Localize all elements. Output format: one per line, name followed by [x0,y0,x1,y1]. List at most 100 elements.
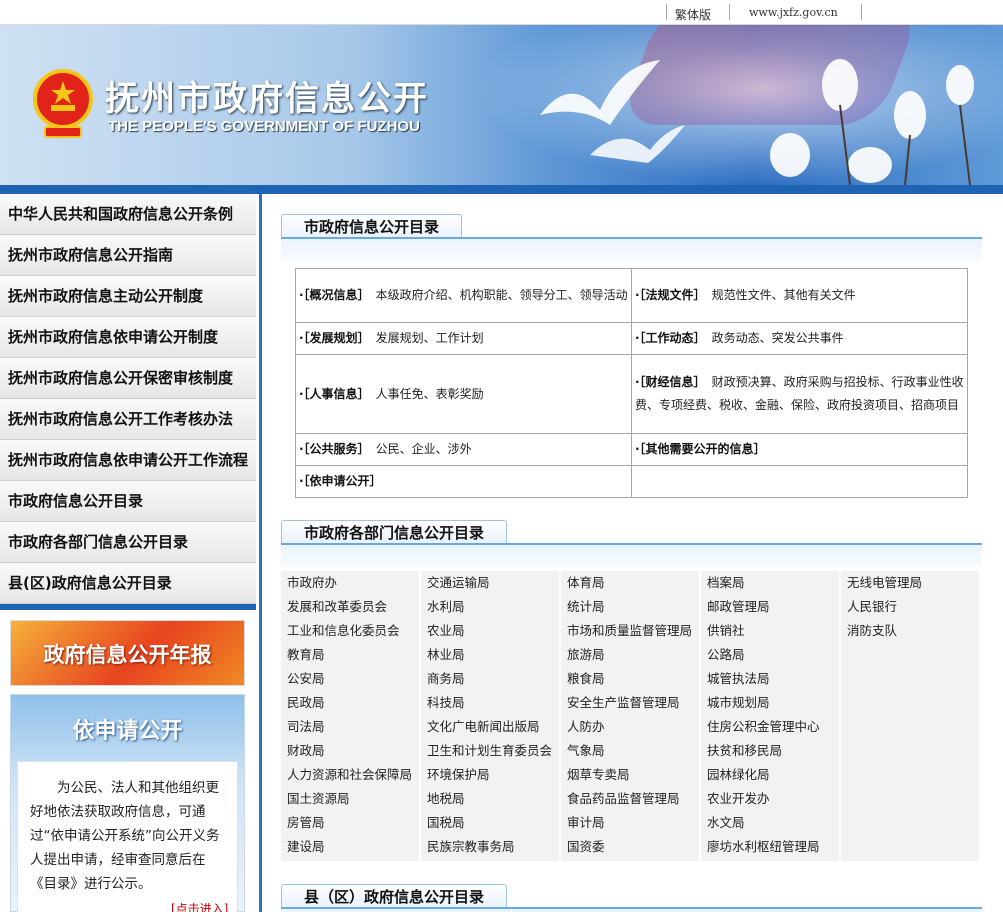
department-link[interactable]: 文化广电新闻出版局 [421,715,559,739]
nav-county-catalog[interactable]: 县(区)政府信息公开目录 [0,563,256,604]
catalog-cell[interactable]: ·［依申请公开］ [295,465,632,498]
catalog-table: ·［概况信息］ 本级政府介绍、机构职能、领导分工、领导活动 ·［法规文件］ 规范性文… [295,268,968,498]
catalog-key[interactable]: ·［依申请公开］ [299,474,382,488]
catalog-cell[interactable]: ·［公共服务］ 公民、企业、涉外 [295,433,632,466]
department-link[interactable]: 卫生和计划生育委员会 [421,739,559,763]
catalog-key[interactable]: ·［财经信息］ [635,375,706,389]
catalog-cell[interactable]: ·［工作动态］ 政务动态、突发公共事件 [631,322,968,355]
department-link[interactable]: 农业局 [421,619,559,643]
department-link[interactable]: 烟草专卖局 [561,763,699,787]
catalog-cell[interactable]: ·［法规文件］ 规范性文件、其他有关文件 [631,268,968,323]
catalog-key[interactable]: ·［人事信息］ [299,387,370,401]
nav-active-disclosure[interactable]: 抚州市政府信息主动公开制度 [0,276,256,317]
department-link[interactable]: 工业和信息化委员会 [281,619,419,643]
department-link[interactable]: 房管局 [281,811,419,835]
department-link[interactable]: 住房公积金管理中心 [701,715,839,739]
nav-request-workflow[interactable]: 抚州市政府信息依申请公开工作流程 [0,440,256,481]
department-link[interactable]: 审计局 [561,811,699,835]
nav-regulations[interactable]: 中华人民共和国政府信息公开条例 [0,194,256,235]
site-title: 抚州市政府信息公开 [105,79,429,119]
catalog-cell[interactable]: ·［其他需要公开的信息］ [631,433,968,466]
catalog-value: 规范性文件、其他有关文件 [711,288,856,302]
department-link[interactable]: 供销社 [701,619,839,643]
catalog-cell[interactable]: ·［概况信息］ 本级政府介绍、机构职能、领导分工、领导活动 [295,268,632,323]
department-link[interactable]: 林业局 [421,643,559,667]
department-link[interactable]: 国土资源局 [281,787,419,811]
banner-bottom-stripe [0,185,1003,194]
catalog-key[interactable]: ·［工作动态］ [635,331,706,345]
department-link[interactable]: 科技局 [421,691,559,715]
table-row: ·［依申请公开］ [295,465,968,498]
department-link[interactable]: 市场和质量监督管理局 [561,619,699,643]
catalog-value: 人事任免、表彰奖励 [375,386,484,401]
department-link[interactable]: 气象局 [561,739,699,763]
seagull-icon [540,60,685,163]
department-link[interactable]: 水文局 [701,811,839,835]
department-section-title: 市政府各部门信息公开目录 [281,520,508,544]
department-link[interactable]: 民族宗教事务局 [421,835,559,859]
department-link[interactable]: 廖坊水利枢纽管理局 [701,835,839,859]
catalog-key[interactable]: ·［法规文件］ [635,288,706,302]
department-link[interactable]: 建设局 [281,835,419,859]
nav-guide[interactable]: 抚州市政府信息公开指南 [0,235,256,276]
department-link[interactable]: 教育局 [281,643,419,667]
department-link[interactable]: 环境保护局 [421,763,559,787]
nav-request-disclosure[interactable]: 抚州市政府信息依申请公开制度 [0,317,256,358]
catalog-key[interactable]: ·［其他需要公开的信息］ [635,442,766,456]
department-link[interactable]: 商务局 [421,667,559,691]
department-link[interactable]: 人防办 [561,715,699,739]
header-banner: 抚州市政府信息公开 THE PEOPLE'S GOVERNMENT OF FUZ… [0,25,1003,185]
catalog-cell[interactable]: ·［发展规划］ 发展规划、工作计划 [295,322,632,355]
catalog-key[interactable]: ·［概况信息］ [299,288,370,302]
nav-confidentiality-review[interactable]: 抚州市政府信息公开保密审核制度 [0,358,256,399]
department-link[interactable]: 市政府办 [281,571,419,595]
nav-department-catalog[interactable]: 市政府各部门信息公开目录 [0,522,256,563]
annual-report-banner[interactable]: 政府信息公开年报 [10,620,245,686]
department-link[interactable]: 发展和改革委员会 [281,595,419,619]
department-link[interactable]: 国资委 [561,835,699,859]
department-link[interactable]: 人民银行 [841,595,979,619]
department-link[interactable]: 司法局 [281,715,419,739]
department-link[interactable]: 档案局 [701,571,839,595]
department-link[interactable]: 民政局 [281,691,419,715]
section-band [281,239,982,261]
national-emblem-icon [33,69,93,138]
department-link[interactable]: 公安局 [281,667,419,691]
department-link[interactable]: 统计局 [561,595,699,619]
enter-request-system-link[interactable]: [点击进入] [171,900,228,912]
department-link[interactable]: 安全生产监督管理局 [561,691,699,715]
department-link[interactable]: 公路局 [701,643,839,667]
catalog-cell[interactable]: ·［人事信息］ 人事任免、表彰奖励 [295,354,632,434]
department-link[interactable]: 城管执法局 [701,667,839,691]
catalog-key[interactable]: ·［公共服务］ [299,442,370,456]
nav-assessment-method[interactable]: 抚州市政府信息公开工作考核办法 [0,399,256,440]
department-link[interactable]: 财政局 [281,739,419,763]
department-link[interactable]: 城市规划局 [701,691,839,715]
department-link[interactable]: 园林绿化局 [701,763,839,787]
department-link[interactable]: 农业开发办 [701,787,839,811]
catalog-value: 公民、企业、涉外 [375,442,472,456]
request-disclosure-title: 依申请公开 [72,718,183,744]
catalog-key[interactable]: ·［发展规划］ [299,331,370,345]
department-link[interactable]: 水利局 [421,595,559,619]
department-link[interactable]: 邮政管理局 [701,595,839,619]
department-link[interactable]: 扶贫和移民局 [701,739,839,763]
department-link[interactable]: 国税局 [421,811,559,835]
department-link[interactable]: 粮食局 [561,667,699,691]
department-link[interactable]: 地税局 [421,787,559,811]
table-row: ·［概况信息］ 本级政府介绍、机构职能、领导分工、领导活动 ·［法规文件］ 规范性文… [295,268,968,323]
site-title-english: THE PEOPLE'S GOVERNMENT OF FUZHOU [108,118,420,135]
table-row: ·［人事信息］ 人事任免、表彰奖励 ·［财经信息］ 财政预决算、政府采购与招投标、行… [295,354,968,434]
site-domain-link[interactable]: www.jxfz.gov.cn [749,6,838,19]
department-link[interactable]: 人力资源和社会保障局 [281,763,419,787]
department-link[interactable]: 体育局 [561,571,699,595]
traditional-chinese-link[interactable]: 繁体版 [675,6,711,23]
nav-city-catalog[interactable]: 市政府信息公开目录 [0,481,256,522]
department-link[interactable]: 交通运输局 [421,571,559,595]
department-link[interactable]: 消防支队 [841,619,979,643]
department-link[interactable]: 旅游局 [561,643,699,667]
table-row: ·［发展规划］ 发展规划、工作计划 ·［工作动态］ 政务动态、突发公共事件 [295,322,968,355]
catalog-cell[interactable]: ·［财经信息］ 财政预决算、政府采购与招投标、行政事业性收费、专项经费、税收、金融… [631,354,968,434]
department-link[interactable]: 无线电管理局 [841,571,979,595]
department-link[interactable]: 食品药品监督管理局 [561,787,699,811]
